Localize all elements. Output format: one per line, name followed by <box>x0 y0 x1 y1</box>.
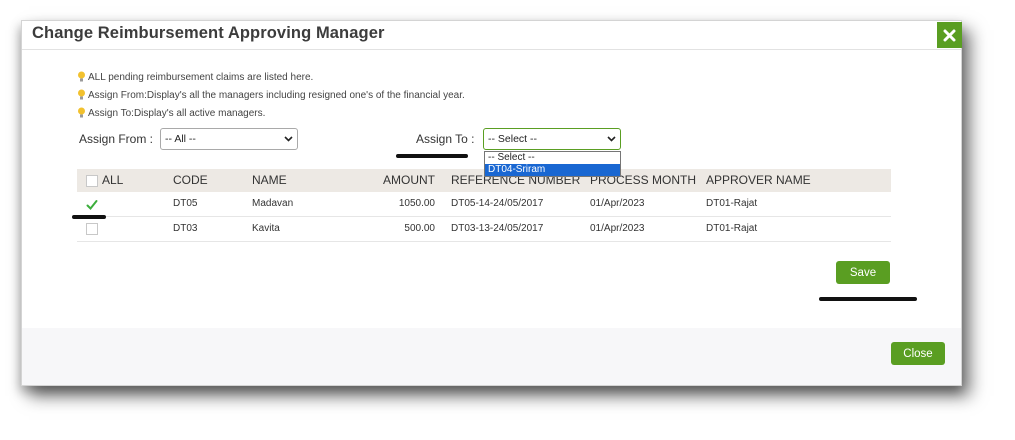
assign-to-value: -- Select -- <box>488 133 538 145</box>
modal-title: Change Reimbursement Approving Manager <box>32 24 385 42</box>
dropdown-option-select[interactable]: -- Select -- <box>485 152 620 164</box>
modal-footer: Close <box>22 328 961 385</box>
cell-process-month: 01/Apr/2023 <box>590 223 645 234</box>
table-row: DT03 Kavita 500.00 DT03-13-24/05/2017 01… <box>77 217 891 242</box>
chevron-down-icon <box>284 136 293 142</box>
claims-table: ALL CODE NAME AMOUNT REFERENCE NUMBER PR… <box>77 169 891 242</box>
dropdown-option-sriram[interactable]: DT04-Sriram <box>485 164 620 176</box>
annotation-mark <box>396 154 468 158</box>
save-button[interactable]: Save <box>836 261 890 284</box>
note-assign-to: Assign To:Display's all active managers. <box>77 107 265 119</box>
cell-reference: DT05-14-24/05/2017 <box>451 198 544 209</box>
header-code: CODE <box>173 173 208 187</box>
cell-approver: DT01-Rajat <box>706 223 758 234</box>
header-approver: APPROVER NAME <box>706 173 811 187</box>
close-x-button[interactable] <box>937 22 962 48</box>
note-pending: ALL pending reimbursement claims are lis… <box>77 71 313 83</box>
close-x-icon <box>943 29 956 41</box>
row-checkbox-checked[interactable] <box>86 198 98 210</box>
cell-approver: DT01-Rajat <box>706 198 758 209</box>
cell-amount: 500.00 <box>404 223 435 234</box>
note-assign-from: Assign From:Display's all the managers i… <box>77 89 465 101</box>
header-name: NAME <box>252 173 287 187</box>
cell-code: DT05 <box>173 198 198 209</box>
header-amount: AMOUNT <box>383 173 435 187</box>
lightbulb-icon <box>78 89 85 100</box>
annotation-mark <box>72 215 106 219</box>
row-checkbox[interactable] <box>86 223 98 235</box>
assign-to-label: Assign To : <box>416 132 475 146</box>
select-all-checkbox[interactable] <box>86 175 98 187</box>
note-text: Assign To:Display's all active managers. <box>88 107 266 119</box>
cell-amount: 1050.00 <box>398 198 435 209</box>
close-button[interactable]: Close <box>891 342 945 365</box>
checkmark-icon <box>86 200 98 210</box>
lightbulb-icon <box>78 71 85 82</box>
assign-to-dropdown-list: -- Select -- DT04-Sriram <box>484 151 621 177</box>
header-all: ALL <box>102 173 124 187</box>
cell-name: Madavan <box>252 198 294 209</box>
cell-name: Kavita <box>252 223 280 234</box>
note-text: Assign From:Display's all the managers i… <box>88 89 465 101</box>
assign-from-select[interactable]: -- All -- <box>160 128 298 150</box>
cell-process-month: 01/Apr/2023 <box>590 198 645 209</box>
table-row: DT05 Madavan 1050.00 DT05-14-24/05/2017 … <box>77 192 891 217</box>
annotation-mark <box>819 297 917 301</box>
cell-code: DT03 <box>173 223 198 234</box>
lightbulb-icon <box>78 107 85 118</box>
note-text: ALL pending reimbursement claims are lis… <box>88 71 314 83</box>
modal-header: Change Reimbursement Approving Manager <box>22 21 962 50</box>
chevron-down-icon <box>607 136 616 142</box>
assign-from-value: -- All -- <box>165 133 196 145</box>
cell-reference: DT03-13-24/05/2017 <box>451 223 544 234</box>
change-approver-modal: Change Reimbursement Approving Manager A… <box>21 20 962 386</box>
assign-from-label: Assign From : <box>79 132 154 146</box>
assign-to-select[interactable]: -- Select -- <box>483 128 621 150</box>
